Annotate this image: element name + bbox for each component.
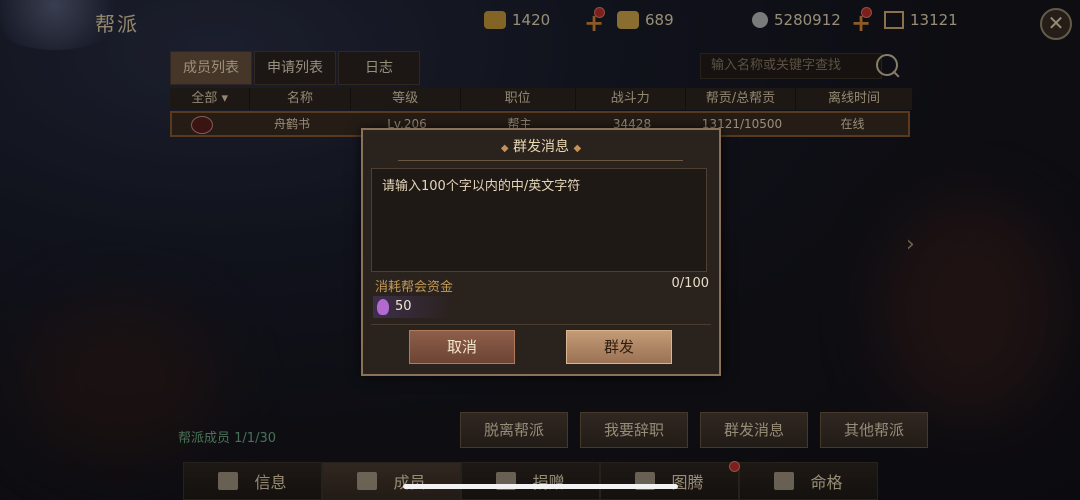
home-indicator[interactable] [403,484,678,489]
message-input[interactable]: 请输入100个字以内的中/英文字符 [371,168,707,272]
cost-display: 50 [373,296,453,318]
ornament-left-icon: ◆ [500,143,509,154]
cancel-button[interactable]: 取消 [409,330,515,364]
cost-label: 消耗帮会资金 [375,280,454,295]
broadcast-modal: ◆ 群发消息 ◆ 请输入100个字以内的中/英文字符 消耗帮会资金 0/100 … [361,128,721,376]
send-broadcast-button[interactable]: 群发 [566,330,672,364]
guild-fund-icon [377,299,389,315]
cost-value: 50 [395,299,412,314]
ornament-right-icon: ◆ [573,143,582,154]
title-divider [398,160,683,161]
modal-divider [371,324,711,325]
modal-title: ◆ 群发消息 ◆ [363,136,719,156]
modal-title-text: 群发消息 [513,139,569,155]
char-counter: 0/100 [671,276,709,291]
